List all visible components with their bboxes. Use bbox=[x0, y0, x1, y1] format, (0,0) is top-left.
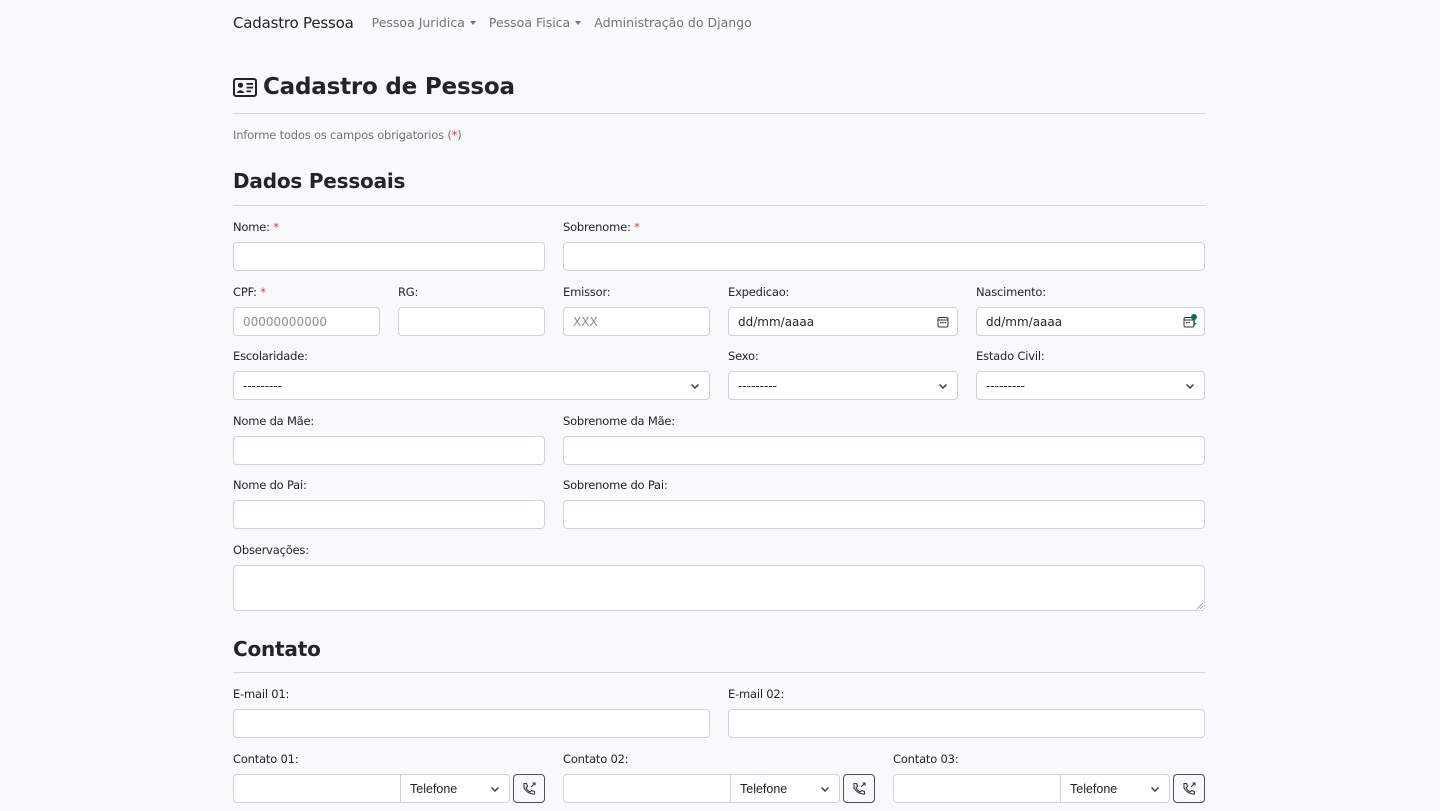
contato2-label: Contato 02: bbox=[563, 752, 629, 766]
emissor-input[interactable] bbox=[563, 307, 710, 336]
page-title: Cadastro de Pessoa bbox=[233, 74, 515, 100]
nome-input[interactable] bbox=[233, 242, 545, 271]
sexo-select[interactable]: --------- bbox=[728, 371, 958, 400]
nascimento-date-input[interactable]: dd/mm/aaaa bbox=[976, 307, 1205, 336]
phone-outgoing-icon bbox=[523, 781, 536, 795]
contato1-type-selected: Telefone bbox=[410, 781, 458, 796]
cpf-input[interactable] bbox=[233, 307, 380, 336]
person-vcard-icon bbox=[233, 77, 257, 97]
phone-outgoing-icon bbox=[853, 781, 866, 795]
hint-text: Informe todos os campos obrigatorios ( bbox=[233, 128, 452, 142]
nome-label-text: Nome: bbox=[233, 220, 270, 234]
phone-outgoing-icon bbox=[1183, 781, 1196, 795]
chevron-down-icon bbox=[491, 786, 499, 792]
escolaridade-label: Escolaridade: bbox=[233, 349, 308, 363]
sobrenome-pai-input[interactable] bbox=[563, 500, 1205, 529]
contato3-type-select[interactable]: Telefone bbox=[1060, 774, 1170, 803]
chevron-down-icon bbox=[691, 383, 699, 389]
escolaridade-selected: --------- bbox=[243, 378, 282, 393]
nome-label: Nome: * bbox=[233, 220, 279, 234]
sobrenome-label-text: Sobrenome: bbox=[563, 220, 631, 234]
section-divider bbox=[233, 672, 1205, 673]
email2-input[interactable] bbox=[728, 709, 1205, 738]
expedicao-label: Expedicao: bbox=[728, 285, 790, 299]
required-hint: Informe todos os campos obrigatorios (*) bbox=[233, 128, 462, 142]
nascimento-label: Nascimento: bbox=[976, 285, 1046, 299]
contato3-type-selected: Telefone bbox=[1070, 781, 1118, 796]
email2-label: E-mail 02: bbox=[728, 687, 785, 701]
rg-label: RG: bbox=[398, 285, 419, 299]
calendar-key-icon[interactable] bbox=[1183, 313, 1198, 330]
required-star: * bbox=[260, 285, 266, 299]
cpf-label-text: CPF: bbox=[233, 285, 257, 299]
email1-input[interactable] bbox=[233, 709, 710, 738]
sobrenome-label: Sobrenome: * bbox=[563, 220, 640, 234]
contato2-input[interactable] bbox=[563, 774, 731, 803]
observacoes-textarea[interactable] bbox=[233, 565, 1205, 611]
title-divider bbox=[233, 113, 1205, 114]
calendar-icon[interactable] bbox=[937, 316, 949, 328]
contato3-input[interactable] bbox=[893, 774, 1061, 803]
caret-down-icon bbox=[575, 20, 582, 25]
sobrenome-mae-input[interactable] bbox=[563, 436, 1205, 465]
cpf-label: CPF: * bbox=[233, 285, 266, 299]
nav-admin-django-label: Administração do Django bbox=[594, 15, 752, 30]
escolaridade-select[interactable]: --------- bbox=[233, 371, 710, 400]
section-divider bbox=[233, 205, 1205, 206]
section-contato: Contato bbox=[233, 637, 321, 661]
contato1-input[interactable] bbox=[233, 774, 401, 803]
nav-pessoa-fisica-label: Pessoa Fisica bbox=[488, 15, 571, 30]
contato3-call-button[interactable] bbox=[1173, 774, 1205, 803]
resize-grip-icon[interactable] bbox=[1197, 603, 1203, 609]
contato1-type-select[interactable]: Telefone bbox=[400, 774, 510, 803]
estado-civil-select[interactable]: --------- bbox=[976, 371, 1205, 400]
contato3-label: Contato 03: bbox=[893, 752, 959, 766]
sexo-selected: --------- bbox=[738, 378, 777, 393]
estado-civil-label: Estado Civil: bbox=[976, 349, 1045, 363]
chevron-down-icon bbox=[821, 786, 829, 792]
nav-admin-django[interactable]: Administração do Django bbox=[594, 15, 752, 30]
page-title-text: Cadastro de Pessoa bbox=[263, 74, 515, 100]
email1-label: E-mail 01: bbox=[233, 687, 290, 701]
nome-pai-input[interactable] bbox=[233, 500, 545, 529]
observacoes-wrapper bbox=[233, 565, 1205, 611]
observacoes-label: Observações: bbox=[233, 543, 309, 557]
rg-input[interactable] bbox=[398, 307, 545, 336]
contato2-call-button[interactable] bbox=[843, 774, 875, 803]
nav-pessoa-juridica-label: Pessoa Juridica bbox=[371, 15, 465, 30]
nome-pai-label: Nome do Pai: bbox=[233, 478, 307, 492]
caret-down-icon bbox=[469, 20, 476, 25]
contato1-call-button[interactable] bbox=[513, 774, 545, 803]
sexo-label: Sexo: bbox=[728, 349, 759, 363]
hint-close: ) bbox=[457, 128, 462, 142]
required-star: * bbox=[634, 220, 640, 234]
nome-mae-label: Nome da Mãe: bbox=[233, 414, 315, 428]
chevron-down-icon bbox=[939, 383, 947, 389]
required-star: * bbox=[273, 220, 279, 234]
nav-pessoa-fisica[interactable]: Pessoa Fisica bbox=[488, 15, 582, 30]
expedicao-value: dd/mm/aaaa bbox=[738, 314, 815, 329]
contato2-type-select[interactable]: Telefone bbox=[730, 774, 840, 803]
section-dados-pessoais: Dados Pessoais bbox=[233, 169, 406, 193]
expedicao-date-input[interactable]: dd/mm/aaaa bbox=[728, 307, 958, 336]
estado-civil-selected: --------- bbox=[986, 378, 1025, 393]
sobrenome-pai-label: Sobrenome do Pai: bbox=[563, 478, 668, 492]
emissor-label: Emissor: bbox=[563, 285, 611, 299]
nome-mae-input[interactable] bbox=[233, 436, 545, 465]
sobrenome-input[interactable] bbox=[563, 242, 1205, 271]
navbar: Cadastro Pessoa Pessoa Juridica Pessoa F… bbox=[233, 0, 1213, 45]
sobrenome-mae-label: Sobrenome da Mãe: bbox=[563, 414, 675, 428]
nav-pessoa-juridica[interactable]: Pessoa Juridica bbox=[372, 15, 476, 30]
contato1-label: Contato 01: bbox=[233, 752, 299, 766]
contato2-type-selected: Telefone bbox=[740, 781, 788, 796]
nascimento-value: dd/mm/aaaa bbox=[986, 314, 1063, 329]
chevron-down-icon bbox=[1186, 383, 1194, 389]
brand-link[interactable]: Cadastro Pessoa bbox=[233, 14, 354, 32]
chevron-down-icon bbox=[1151, 786, 1159, 792]
